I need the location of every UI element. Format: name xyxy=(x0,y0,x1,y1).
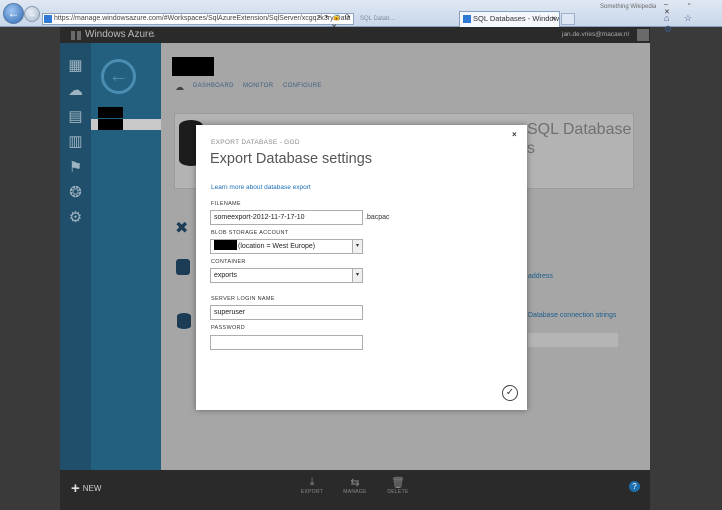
content-bar xyxy=(528,333,618,347)
storage-icon[interactable]: ▥ xyxy=(67,133,84,150)
address-url: https://manage.windowsazure.com/#Workspa… xyxy=(54,15,351,22)
settings-icon[interactable]: ⚙ xyxy=(67,209,84,226)
avatar[interactable] xyxy=(637,29,649,41)
new-button[interactable]: + NEW xyxy=(71,480,101,497)
tab-icon xyxy=(463,15,471,23)
product-name[interactable]: Windows Azure xyxy=(85,29,154,40)
cloud-icon[interactable]: ☁ xyxy=(175,82,184,93)
delete-button[interactable]: 🗑 DELETE xyxy=(378,476,418,495)
hero-text: SQL Database s xyxy=(527,120,631,158)
nav-item-redacted[interactable] xyxy=(98,107,123,118)
back-button[interactable]: ← xyxy=(3,3,24,24)
hero-line-2: s xyxy=(527,140,535,157)
database-small-icon xyxy=(177,313,191,329)
tab-sql-databases[interactable]: SQL Databases - Windows ... × xyxy=(459,11,560,27)
tab-close-icon[interactable]: × xyxy=(551,12,556,26)
user-email[interactable]: jan.de.vries@macaw.nl xyxy=(562,31,629,38)
networks-icon[interactable]: ❂ xyxy=(67,184,84,201)
chevron-down-icon: ▾ xyxy=(352,269,362,282)
chevron-down-icon[interactable]: ⌄ xyxy=(150,30,157,39)
login-field[interactable]: superuser xyxy=(210,305,363,320)
sql-databases-icon[interactable]: ▤ xyxy=(67,108,84,125)
storage-account-label: BLOB STORAGE ACCOUNT xyxy=(211,230,289,236)
export-label: EXPORT xyxy=(300,489,324,495)
manage-icon: ⇆ xyxy=(350,477,360,489)
filename-label: FILENAME xyxy=(211,201,241,207)
dialog-title: Export Database settings xyxy=(210,151,373,167)
export-button[interactable]: ⤓ EXPORT xyxy=(292,476,332,495)
close-icon[interactable]: × xyxy=(512,130,517,139)
delete-icon: 🗑 xyxy=(391,477,405,489)
window-controls[interactable]: ‒ ▫ ✕ xyxy=(664,1,720,16)
tools-icon: ✖ xyxy=(175,220,189,237)
container-value: exports xyxy=(214,272,237,279)
tab-background[interactable]: SQL Datab… xyxy=(360,13,458,25)
filename-field[interactable]: someexport-2012-11-7-17-10 xyxy=(210,210,363,225)
storage-account-value: (location = West Europe) xyxy=(238,243,316,250)
hero-line-1: SQL Database xyxy=(527,121,632,138)
confirm-check-icon[interactable]: ✓ xyxy=(502,385,518,401)
new-tab-button[interactable] xyxy=(561,13,575,25)
tab-dashboard[interactable]: DASHBOARD xyxy=(193,83,234,89)
nav-item-selected-redacted xyxy=(98,119,123,130)
tab-configure[interactable]: CONFIGURE xyxy=(283,83,322,89)
dialog-eyebrow: EXPORT DATABASE - GGD xyxy=(211,139,300,146)
page-title-redacted xyxy=(172,57,214,76)
address-link[interactable]: address xyxy=(528,273,553,280)
password-field[interactable] xyxy=(210,335,363,350)
export-icon: ⤓ xyxy=(309,476,315,488)
plus-icon: + xyxy=(71,480,80,497)
tab-title: SQL Databases - Windows ... xyxy=(473,14,560,23)
new-label: NEW xyxy=(82,484,102,493)
forward-button[interactable]: → xyxy=(24,6,40,22)
tab-monitor[interactable]: MONITOR xyxy=(243,83,273,89)
login-label: SERVER LOGIN NAME xyxy=(211,296,275,302)
learn-more-link[interactable]: Learn more about database export xyxy=(211,184,311,191)
password-label: PASSWORD xyxy=(211,325,246,331)
windows-logo-icon xyxy=(71,31,81,40)
manage-button[interactable]: ⇆ MANAGE xyxy=(335,476,375,495)
container-select[interactable]: exports ▾ xyxy=(210,268,363,283)
filename-suffix: .bacpac xyxy=(365,214,390,221)
manage-label: MANAGE xyxy=(343,489,367,495)
site-icon xyxy=(44,15,52,23)
back-arrow-icon[interactable]: ← xyxy=(101,59,136,94)
help-icon[interactable]: ? xyxy=(629,481,640,492)
storage-name-redacted xyxy=(214,240,237,250)
browser-tool-icons[interactable]: ⌂ ☆ ⚙ xyxy=(664,13,720,35)
chevron-down-icon: ▾ xyxy=(352,240,362,253)
bookmark-item[interactable]: Something Wikipedia xyxy=(600,4,658,10)
connection-strings-link[interactable]: Database connection strings xyxy=(528,312,616,319)
all-items-icon[interactable]: ▦ xyxy=(67,57,84,74)
address-bar[interactable]: https://manage.windowsazure.com/#Workspa… xyxy=(42,13,354,25)
delete-label: DELETE xyxy=(387,489,409,495)
container-label: CONTAINER xyxy=(211,259,246,265)
storage-account-select[interactable]: (location = West Europe) ▾ xyxy=(210,239,363,254)
address-tools[interactable]: ⌕ ▾ 🔒 ⟳ ✕ xyxy=(313,13,356,31)
web-sites-icon[interactable]: ☁ xyxy=(67,82,84,99)
mobile-services-icon[interactable]: ⚑ xyxy=(67,159,84,176)
lock-icon xyxy=(176,259,190,275)
